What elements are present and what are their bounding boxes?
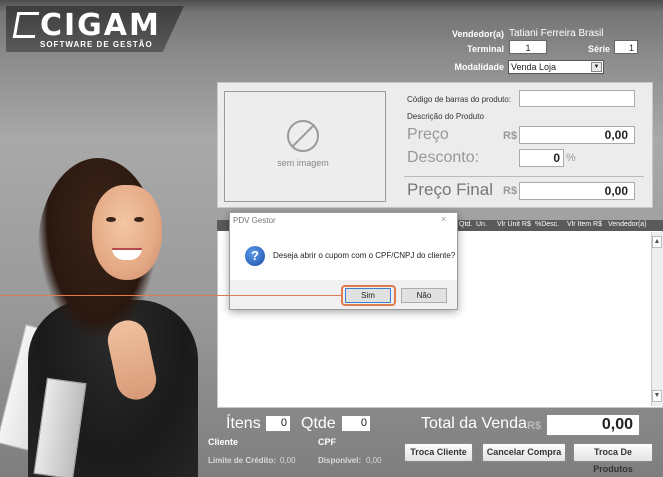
barcode-label: Código de barras do produto:: [407, 95, 512, 104]
close-icon[interactable]: ×: [441, 214, 446, 224]
total-field: 0,00: [546, 414, 640, 436]
serie-field[interactable]: 1: [614, 40, 638, 54]
logo-mark-icon: [12, 12, 40, 38]
modalidade-select[interactable]: Venda Loja ▼: [508, 60, 604, 74]
nao-button[interactable]: Não: [401, 288, 447, 303]
annotation-pointer-line: [0, 295, 342, 296]
col-vlr-item: Vlr Item R$: [567, 221, 603, 228]
limite-value: 0,00: [280, 456, 296, 465]
troca-produtos-button[interactable]: Troca De Produtos: [573, 443, 653, 474]
panel-divider: [404, 176, 644, 177]
qtde-field: 0: [341, 415, 371, 432]
col-vendedor: Vendedor(a): [608, 221, 647, 228]
itens-label: Ítens: [226, 415, 261, 432]
col-un: Un.: [476, 221, 487, 228]
cancelar-compra-button[interactable]: Cancelar Compra: [482, 443, 566, 462]
col-vlr-unit: Vlr Unit R$: [497, 221, 531, 228]
no-image-icon: [287, 120, 319, 152]
dialog-message: Deseja abrir o cupom com o CPF/CNPJ do c…: [273, 251, 456, 260]
pdv-app: CIGAM SOFTWARE DE GESTÃO Vendedor(a) Tat…: [0, 0, 663, 477]
model-face-image: [92, 185, 162, 280]
col-desc: %Desc.: [535, 221, 560, 228]
serie-label: Série: [587, 44, 610, 54]
col-qtd: Qtd.: [459, 221, 473, 228]
scroll-up-icon[interactable]: ▲: [652, 236, 662, 248]
terminal-field[interactable]: 1: [509, 40, 547, 54]
desconto-label: Desconto:: [407, 149, 480, 166]
logo-tagline: SOFTWARE DE GESTÃO: [40, 40, 153, 49]
annotation-highlight: [341, 285, 396, 306]
modalidade-label: Modalidade: [454, 62, 504, 72]
cigam-logo: CIGAM SOFTWARE DE GESTÃO: [6, 6, 184, 52]
preco-final-label: Preço Final: [407, 180, 493, 199]
no-image-text: sem imagem: [277, 158, 329, 168]
preco-label: Preço: [407, 126, 449, 143]
model-eye-image: [106, 217, 116, 222]
vendedor-label: Vendedor(a): [451, 29, 504, 39]
description-label: Descrição do Produto: [407, 112, 484, 121]
logo-name: CIGAM: [40, 8, 161, 43]
preco-currency: R$: [503, 130, 518, 142]
chevron-down-icon[interactable]: ▼: [591, 62, 602, 72]
terminal-label: Terminal: [467, 44, 504, 54]
disponivel-label: Disponível:: [318, 456, 362, 465]
desconto-input[interactable]: 0: [519, 149, 564, 167]
troca-cliente-button[interactable]: Troca Cliente: [404, 443, 473, 462]
vendedor-value: Tatiani Ferreira Brasil: [509, 28, 604, 39]
qtde-label: Qtde: [301, 415, 336, 432]
preco-field: 0,00: [519, 126, 635, 144]
itens-field: 0: [265, 415, 291, 432]
cliente-label: Cliente: [208, 437, 239, 447]
limite-label: Limite de Crédito:: [208, 456, 277, 465]
preco-final-field: 0,00: [519, 182, 635, 200]
barcode-input[interactable]: [519, 90, 635, 107]
list-scrollbar[interactable]: [651, 232, 663, 406]
preco-final-currency: R$: [503, 185, 518, 197]
cpf-label: CPF: [318, 437, 336, 447]
scroll-down-icon[interactable]: ▼: [652, 390, 662, 402]
total-currency: R$: [527, 420, 542, 432]
disponivel-value: 0,00: [366, 456, 382, 465]
desconto-unit: %: [566, 152, 576, 164]
dialog-title: PDV Gestor: [233, 216, 276, 225]
question-icon: ?: [245, 246, 265, 266]
model-eye-image: [134, 217, 144, 222]
total-label: Total da Venda: [421, 415, 527, 432]
modalidade-value: Venda Loja: [511, 62, 557, 72]
